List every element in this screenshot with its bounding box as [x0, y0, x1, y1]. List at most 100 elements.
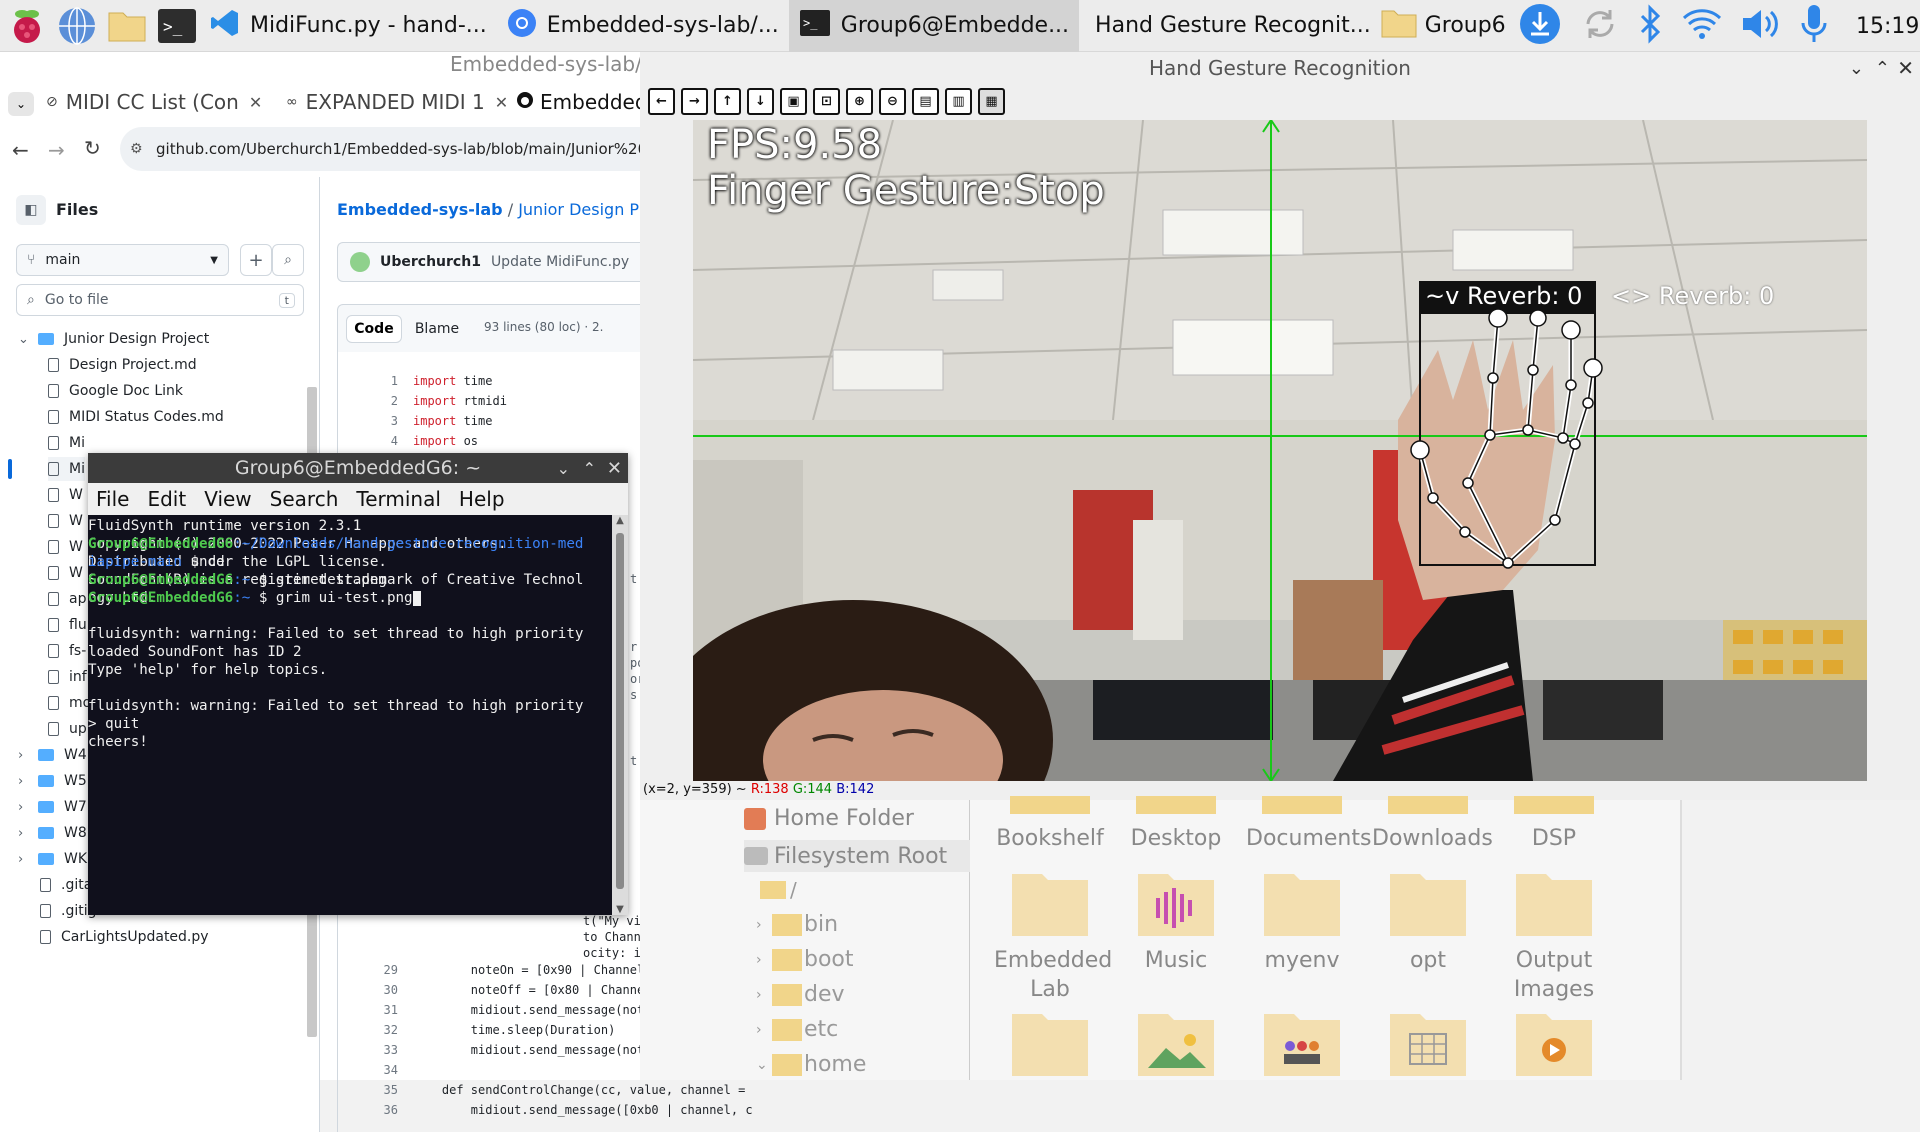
chevron-right-icon[interactable]: ›: [756, 1022, 772, 1038]
file-item[interactable]: Bookshelf: [994, 796, 1106, 851]
video-folder-icon[interactable]: [1514, 1008, 1594, 1082]
pan-down-icon[interactable]: ↓: [747, 88, 774, 115]
chevron-right-icon[interactable]: ›: [756, 952, 772, 968]
tree-item[interactable]: Design Project.md: [48, 353, 197, 377]
reload-icon[interactable]: ↻: [84, 136, 101, 160]
forward-icon[interactable]: →: [48, 138, 65, 162]
menu-search[interactable]: Search: [270, 487, 339, 511]
menu-file[interactable]: File: [96, 487, 129, 511]
taskbar-task-gesture[interactable]: Hand Gesture Recognit...: [1085, 0, 1381, 52]
tree-item[interactable]: › W8: [18, 821, 87, 845]
tab-embedded[interactable]: Embedded: [516, 82, 640, 122]
tree-item[interactable]: up: [48, 717, 87, 741]
branch-selector[interactable]: ⑂ main ▼: [16, 244, 229, 276]
tree-folder-etc[interactable]: › etc: [756, 1017, 838, 1042]
tree-item[interactable]: › W4: [18, 743, 87, 767]
tab-midi-cc-list[interactable]: ⊘ MIDI CC List (Con ✕: [46, 82, 296, 122]
folder-icon[interactable]: [104, 3, 150, 49]
menu-terminal[interactable]: Terminal: [356, 487, 441, 511]
close-icon[interactable]: ✕: [249, 93, 262, 112]
tree-item[interactable]: › W5: [18, 769, 87, 793]
tab-list-button[interactable]: ⌄: [8, 92, 34, 116]
globe-icon[interactable]: [54, 3, 100, 49]
people-folder-icon[interactable]: [1262, 1008, 1342, 1082]
terminal-scrollbar[interactable]: ▲ ▼: [612, 515, 628, 915]
tree-folder-dev[interactable]: › dev: [756, 982, 845, 1007]
chevron-right-icon[interactable]: ›: [756, 987, 772, 1003]
wifi-icon[interactable]: [1682, 6, 1722, 46]
scroll-down-icon[interactable]: ▼: [612, 904, 628, 915]
tree-item[interactable]: › W7: [18, 795, 87, 819]
tree-item[interactable]: Mi: [48, 431, 85, 455]
tree-item[interactable]: W: [48, 483, 83, 507]
file-item[interactable]: Downloads: [1372, 796, 1493, 851]
tree-item[interactable]: mo: [48, 691, 91, 715]
tree-item[interactable]: Google Doc Link: [48, 379, 183, 403]
taskbar-task-vscode[interactable]: MidiFunc.py - hand-...: [200, 0, 497, 52]
chevron-down-icon[interactable]: ⌄: [756, 1057, 772, 1073]
tree-item[interactable]: Mi: [8, 457, 85, 481]
terminal-output[interactable]: FluidSynth runtime version 2.3.1 Copyrigh…: [88, 515, 612, 915]
tab-code[interactable]: Code: [346, 315, 402, 343]
back-icon[interactable]: ←: [12, 138, 29, 162]
template-folder-icon[interactable]: [1388, 1008, 1468, 1082]
zoom-in-icon[interactable]: ⊕: [846, 88, 873, 115]
collapse-sidebar-icon[interactable]: ◧: [16, 195, 46, 225]
pan-right-icon[interactable]: →: [681, 88, 708, 115]
minimize-icon[interactable]: ⌄: [557, 459, 570, 478]
chevron-right-icon[interactable]: ›: [18, 852, 38, 867]
search-button[interactable]: ⌕: [272, 244, 304, 276]
tree-item[interactable]: flu: [48, 613, 87, 637]
volume-icon[interactable]: [1740, 6, 1780, 46]
folder-icon[interactable]: [1010, 1008, 1090, 1082]
chevron-right-icon[interactable]: ›: [18, 774, 38, 789]
breadcrumb-repo-link[interactable]: Embedded-sys-lab: [337, 200, 503, 219]
place-filesystem-root[interactable]: Filesystem Root: [744, 840, 970, 872]
zoom-original-icon[interactable]: ⊡: [813, 88, 840, 115]
gesture-window-title[interactable]: Hand Gesture Recognition ⌄ ⌃ ✕: [640, 52, 1920, 84]
bluetooth-icon[interactable]: [1638, 4, 1662, 48]
place-home-folder[interactable]: Home Folder: [744, 806, 914, 831]
terminal-titlebar[interactable]: Group6@EmbeddedG6: ~ ⌄ ⌃ ✕: [88, 453, 628, 483]
raspberry-menu-icon[interactable]: [4, 3, 50, 49]
chevron-right-icon[interactable]: ›: [18, 826, 38, 841]
zoom-out-icon[interactable]: ⊖: [879, 88, 906, 115]
add-file-button[interactable]: +: [240, 244, 272, 276]
tree-item[interactable]: W: [48, 535, 83, 559]
maximize-icon[interactable]: ⌃: [583, 459, 596, 478]
tab-expanded-midi[interactable]: ∞ EXPANDED MIDI 1 ✕: [286, 82, 506, 122]
commit-message[interactable]: Update MidiFunc.py: [491, 254, 629, 270]
tree-item[interactable]: ⌄ Junior Design Project: [18, 327, 209, 351]
tree-item[interactable]: W: [48, 509, 83, 533]
tree-item[interactable]: CarLightsUpdated.py: [40, 925, 209, 949]
tab-blame[interactable]: Blame: [408, 315, 466, 343]
tree-item[interactable]: inf: [48, 665, 87, 689]
sync-icon[interactable]: [1580, 4, 1620, 48]
tree-folder-home[interactable]: ⌄ home: [756, 1052, 866, 1077]
site-info-icon[interactable]: ⚙: [130, 141, 143, 157]
picture-folder-icon[interactable]: [1136, 1008, 1216, 1082]
close-icon[interactable]: ✕: [1897, 56, 1914, 80]
terminal-icon[interactable]: >_: [154, 3, 200, 49]
minimize-icon[interactable]: ⌄: [1849, 58, 1864, 79]
scroll-thumb[interactable]: [616, 533, 624, 889]
microphone-icon[interactable]: [1800, 3, 1828, 49]
tree-folder-bin[interactable]: › bin: [756, 912, 838, 937]
properties-icon[interactable]: ▥: [945, 88, 972, 115]
go-to-file-input[interactable]: ⌕ Go to file t: [16, 284, 304, 316]
maximize-icon[interactable]: ⌃: [1875, 58, 1890, 79]
settings-icon[interactable]: ▦: [978, 88, 1005, 115]
pan-up-icon[interactable]: ↑: [714, 88, 741, 115]
tree-item[interactable]: fs-: [48, 639, 86, 663]
close-icon[interactable]: ✕: [607, 458, 622, 479]
taskbar-task-filemanager[interactable]: Group6: [1381, 0, 1516, 52]
address-bar[interactable]: ⚙ github.com/Uberchurch1/Embedded-sys-la…: [120, 127, 640, 171]
camera-feed[interactable]: FPS:9.58 Finger Gesture:Stop ~v Reverb: …: [693, 120, 1867, 781]
tree-item[interactable]: W: [48, 561, 83, 585]
file-item[interactable]: DSP: [1498, 796, 1610, 851]
pan-left-icon[interactable]: ←: [648, 88, 675, 115]
menu-view[interactable]: View: [204, 487, 251, 511]
chevron-right-icon[interactable]: ›: [18, 800, 38, 815]
commit-user[interactable]: Uberchurch1: [380, 254, 481, 270]
taskbar-task-terminal[interactable]: >_ Group6@Embedde...: [788, 0, 1080, 52]
